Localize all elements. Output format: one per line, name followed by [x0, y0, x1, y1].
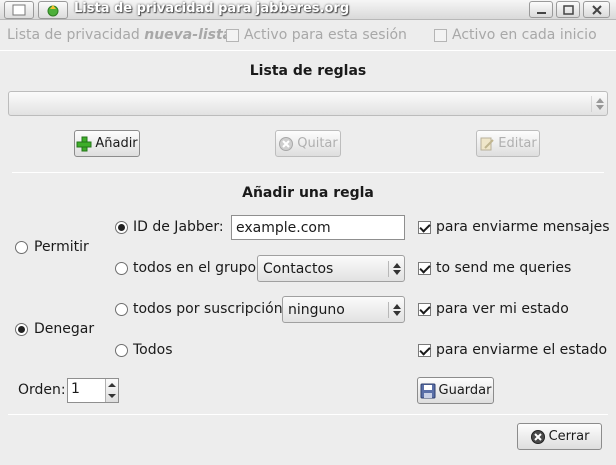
close-icon	[592, 5, 602, 15]
edit-icon	[480, 137, 494, 150]
maximize-button[interactable]	[556, 1, 580, 18]
add-rule-button[interactable]: Añadir	[74, 130, 140, 157]
minimize-button[interactable]	[529, 1, 553, 18]
dropdown-arrows-icon	[591, 95, 604, 112]
block-status-send-checkbox[interactable]	[418, 344, 431, 357]
add-icon	[76, 136, 92, 151]
group-dropdown-value: Contactos	[263, 260, 334, 277]
separator-bottom	[8, 414, 608, 415]
save-rule-button[interactable]: Guardar	[417, 377, 494, 404]
subscription-radio[interactable]	[115, 303, 128, 316]
add-rule-heading: Añadir una regla	[242, 185, 374, 201]
close-button[interactable]: Cerrar	[517, 423, 602, 450]
separator-top	[0, 50, 616, 51]
close-label: Cerrar	[548, 429, 590, 444]
window-menu-icon	[12, 4, 26, 16]
jid-label: ID de Jabber:	[133, 219, 224, 235]
dropdown-arrows-icon	[388, 260, 401, 277]
jabber-app-icon	[47, 5, 59, 17]
order-value: 1	[71, 381, 80, 397]
window-title: Lista de privacidad para jabberes.org	[74, 1, 350, 16]
title-bar: Lista de privacidad para jabberes.org	[0, 0, 616, 20]
active-startup-label: Activo en cada inicio	[452, 27, 597, 43]
block-status-view-label: para ver mi estado	[436, 301, 569, 317]
jid-radio[interactable]	[115, 221, 128, 234]
order-label: Orden:	[18, 382, 66, 398]
edit-rule-label: Editar	[498, 136, 537, 151]
active-session-checkbox[interactable]	[226, 29, 239, 42]
spin-arrows-icon[interactable]	[105, 379, 118, 402]
save-rule-label: Guardar	[438, 383, 492, 398]
remove-icon	[279, 136, 294, 151]
window-menu-button[interactable]	[4, 1, 34, 19]
list-name-value: nueva-lista	[144, 27, 233, 43]
save-icon	[420, 383, 436, 398]
deny-radio[interactable]	[15, 323, 28, 336]
subscription-label: todos por suscripción	[133, 301, 283, 317]
list-label-text: Lista de privacidad	[7, 27, 140, 43]
rules-dropdown[interactable]	[8, 91, 608, 116]
block-queries-checkbox[interactable]	[418, 262, 431, 275]
all-radio[interactable]	[115, 344, 128, 357]
list-name-label: Lista de privacidad nueva-lista	[7, 27, 232, 43]
group-dropdown[interactable]: Contactos	[257, 255, 405, 282]
deny-label: Denegar	[34, 321, 95, 337]
allow-label: Permitir	[34, 239, 89, 255]
edit-rule-button[interactable]: Editar	[476, 130, 540, 157]
block-queries-label: to send me queries	[436, 260, 572, 276]
active-session-label: Activo para esta sesión	[244, 27, 407, 43]
app-icon-button[interactable]	[38, 1, 68, 19]
all-label: Todos	[133, 342, 173, 358]
active-startup-checkbox[interactable]	[434, 29, 447, 42]
dropdown-arrows-icon	[388, 301, 401, 318]
minimize-icon	[537, 12, 546, 14]
block-status-view-checkbox[interactable]	[418, 303, 431, 316]
subscription-dropdown[interactable]: ninguno	[282, 296, 405, 323]
block-messages-label: para enviarme mensajes	[436, 219, 610, 235]
group-radio[interactable]	[115, 262, 128, 275]
rules-heading: Lista de reglas	[249, 63, 367, 79]
order-spinbox[interactable]: 1	[67, 378, 119, 403]
maximize-icon	[563, 5, 574, 15]
remove-rule-label: Quitar	[297, 136, 338, 151]
subscription-dropdown-value: ninguno	[288, 301, 345, 318]
separator-middle	[12, 172, 604, 173]
jid-input[interactable]: example.com	[231, 215, 405, 240]
jid-input-value: example.com	[236, 219, 331, 236]
allow-radio[interactable]	[15, 241, 28, 254]
close-window-button[interactable]	[583, 1, 610, 18]
close-circle-icon	[530, 429, 545, 444]
group-label: todos en el grupo	[133, 260, 257, 276]
remove-rule-button[interactable]: Quitar	[275, 130, 341, 157]
block-messages-checkbox[interactable]	[418, 221, 431, 234]
add-rule-label: Añadir	[95, 136, 138, 151]
block-status-send-label: para enviarme el estado	[436, 342, 608, 358]
